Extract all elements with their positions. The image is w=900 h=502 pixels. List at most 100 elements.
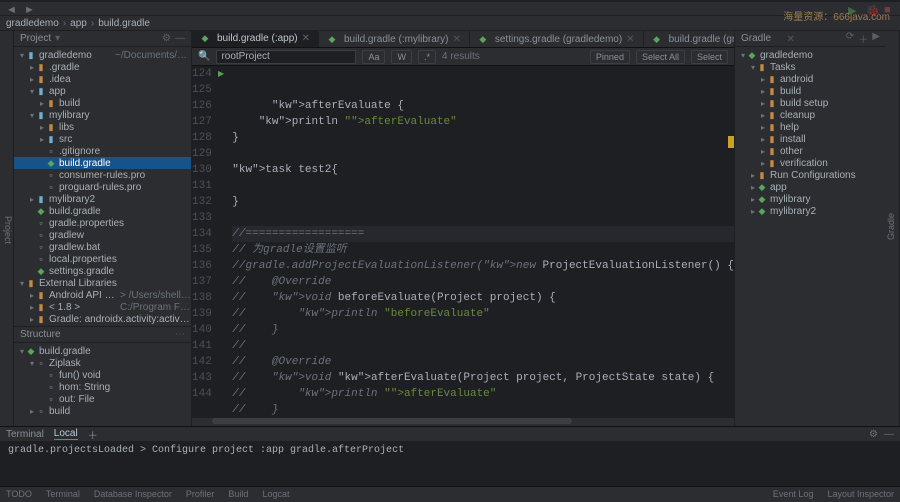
tree-row[interactable]: ▫gradlew bbox=[14, 229, 191, 241]
tree-row[interactable]: ▸▮Gradle: androidx.activity:activity:1.0… bbox=[14, 313, 191, 325]
gear-icon[interactable]: ⚙ bbox=[162, 33, 171, 44]
tree-row[interactable]: ▫hom: String bbox=[14, 381, 191, 393]
editor-tab[interactable]: ◆settings.gradle (gradledemo)✕ bbox=[470, 31, 644, 47]
tree-row[interactable]: ▸▮.gradle bbox=[14, 61, 191, 73]
status-terminal[interactable]: Terminal bbox=[46, 489, 80, 499]
twisty-icon[interactable]: ▾ bbox=[18, 279, 26, 288]
twisty-icon[interactable]: ▸ bbox=[28, 315, 36, 324]
main-toolbar[interactable]: ◄ ► ▶ 🐞 ■ bbox=[0, 2, 900, 16]
twisty-icon[interactable]: ▸ bbox=[28, 195, 36, 204]
tree-row[interactable]: ▸▫build bbox=[14, 405, 191, 417]
tree-row[interactable]: ▾▮app bbox=[14, 85, 191, 97]
tree-row[interactable]: ▫gradlew.bat bbox=[14, 241, 191, 253]
tree-row[interactable]: ▸▮< 1.8 > C:/Program Files/Android/Andro… bbox=[14, 301, 191, 313]
twisty-icon[interactable]: ▾ bbox=[28, 87, 36, 96]
line-gutter[interactable]: 1241251261271281291301311321331341351361… bbox=[192, 66, 218, 418]
tree-row[interactable]: ▸▮cleanup bbox=[735, 109, 886, 121]
editor-tab[interactable]: ◆build.gradle (:mylibrary)✕ bbox=[319, 31, 470, 47]
twisty-icon[interactable]: ▸ bbox=[28, 407, 36, 416]
tree-row[interactable]: ▸▮build setup bbox=[735, 97, 886, 109]
status-layout[interactable]: Layout Inspector bbox=[827, 489, 894, 499]
tree-row[interactable]: ▫gradle.properties bbox=[14, 217, 191, 229]
tree-row[interactable]: ▸◆mylibrary bbox=[735, 193, 886, 205]
close-icon[interactable]: ✕ bbox=[787, 34, 795, 45]
status-todo[interactable]: TODO bbox=[6, 489, 32, 499]
find-pinned[interactable]: Pinned bbox=[590, 50, 630, 64]
twisty-icon[interactable]: ▸ bbox=[759, 99, 767, 108]
tree-row[interactable]: ◆build.gradle bbox=[14, 157, 191, 169]
find-select[interactable]: Select bbox=[691, 50, 728, 64]
tree-row[interactable]: ▸▮Run Configurations bbox=[735, 169, 886, 181]
plus-icon[interactable]: ＋ bbox=[858, 31, 868, 46]
status-logcat[interactable]: Logcat bbox=[262, 489, 289, 499]
twisty-icon[interactable]: ▸ bbox=[759, 147, 767, 156]
bc-project[interactable]: gradledemo bbox=[6, 18, 59, 29]
twisty-icon[interactable]: ▸ bbox=[759, 123, 767, 132]
tree-row[interactable]: ▫fun() void bbox=[14, 369, 191, 381]
project-tree[interactable]: ▾▮gradledemo ~/Documents/Desktop/Course/… bbox=[14, 47, 191, 326]
tree-row[interactable]: ▸◆mylibrary2 bbox=[735, 205, 886, 217]
tree-row[interactable]: ▸▮Android API 30 Platform > /Users/shell… bbox=[14, 289, 191, 301]
twisty-icon[interactable]: ▸ bbox=[38, 135, 46, 144]
terminal-gear-icon[interactable]: ⚙ bbox=[869, 429, 878, 440]
tree-row[interactable]: ▾◆build.gradle bbox=[14, 345, 191, 357]
terminal-hide-icon[interactable]: — bbox=[884, 429, 894, 440]
forward-icon[interactable]: ► bbox=[24, 4, 34, 14]
refresh-icon[interactable]: ⟳ bbox=[846, 31, 854, 46]
twisty-icon[interactable]: ▸ bbox=[28, 291, 36, 300]
tree-row[interactable]: ▸▮verification bbox=[735, 157, 886, 169]
status-db[interactable]: Database Inspector bbox=[94, 489, 172, 499]
tree-row[interactable]: ▫local.properties bbox=[14, 253, 191, 265]
bc-file[interactable]: build.gradle bbox=[98, 18, 150, 29]
tree-row[interactable]: ▸▮build bbox=[735, 85, 886, 97]
tree-row[interactable]: ▸▮libs bbox=[14, 121, 191, 133]
status-build[interactable]: Build bbox=[228, 489, 248, 499]
twisty-icon[interactable]: ▸ bbox=[38, 99, 46, 108]
gradle-tree[interactable]: ▾◆gradledemo▾▮Tasks▸▮android▸▮build▸▮bui… bbox=[735, 47, 886, 219]
tree-row[interactable]: ▸◆app bbox=[735, 181, 886, 193]
tree-row[interactable]: ▫out: File bbox=[14, 393, 191, 405]
left-tool-strip[interactable]: Project bbox=[0, 31, 14, 426]
back-icon[interactable]: ◄ bbox=[6, 4, 16, 14]
terminal-tab[interactable]: Terminal bbox=[6, 429, 44, 440]
warning-stripe-icon[interactable] bbox=[728, 136, 734, 148]
twisty-icon[interactable]: ▾ bbox=[18, 51, 26, 60]
structure-options-icon[interactable]: ⋯ bbox=[175, 329, 185, 340]
tree-row[interactable]: ▫.gitignore bbox=[14, 145, 191, 157]
editor-tabs[interactable]: ◆build.gradle (:app)✕◆build.gradle (:myl… bbox=[192, 31, 734, 48]
twisty-icon[interactable]: ▾ bbox=[28, 111, 36, 120]
twisty-icon[interactable]: ▾ bbox=[28, 359, 36, 368]
twisty-icon[interactable]: ▸ bbox=[28, 75, 36, 84]
close-icon[interactable]: ✕ bbox=[626, 34, 634, 45]
close-icon[interactable]: ✕ bbox=[452, 34, 460, 45]
find-word-toggle[interactable]: W bbox=[391, 50, 412, 64]
twisty-icon[interactable]: ▸ bbox=[759, 135, 767, 144]
twisty-icon[interactable]: ▾ bbox=[18, 347, 26, 356]
tree-row[interactable]: ▸▮build bbox=[14, 97, 191, 109]
tree-row[interactable]: ▸▮mylibrary2 bbox=[14, 193, 191, 205]
find-select-all[interactable]: Select All bbox=[636, 50, 685, 64]
find-regex-toggle[interactable]: .* bbox=[418, 50, 436, 64]
twisty-icon[interactable]: ▾ bbox=[749, 63, 757, 72]
tree-row[interactable]: ▾▮Tasks bbox=[735, 61, 886, 73]
structure-tree[interactable]: ▾◆build.gradle▾▫Ziplask▫fun() void▫hom: … bbox=[14, 343, 191, 419]
tree-row[interactable]: ▫consumer-rules.pro bbox=[14, 169, 191, 181]
twisty-icon[interactable]: ▸ bbox=[749, 195, 757, 204]
tree-row[interactable]: ▾▫Ziplask bbox=[14, 357, 191, 369]
twisty-icon[interactable]: ▸ bbox=[749, 183, 757, 192]
tree-row[interactable]: ▾▮External Libraries bbox=[14, 277, 191, 289]
close-icon[interactable]: ✕ bbox=[302, 33, 310, 44]
tree-row[interactable]: ◆build.gradle bbox=[14, 205, 191, 217]
status-profiler[interactable]: Profiler bbox=[186, 489, 215, 499]
bc-module[interactable]: app bbox=[70, 18, 87, 29]
editor-tab[interactable]: ◆build.gradle (:app)✕ bbox=[192, 31, 319, 47]
tree-row[interactable]: ▾◆gradledemo bbox=[735, 49, 886, 61]
terminal-output[interactable]: gradle.projectsLoaded > Configure projec… bbox=[0, 441, 900, 486]
tree-row[interactable]: ▾▮gradledemo ~/Documents/Desktop/Course/… bbox=[14, 49, 191, 61]
tree-row[interactable]: ◆settings.gradle bbox=[14, 265, 191, 277]
code-editor[interactable]: "kw">afterEvaluate { "kw">println "">aft… bbox=[224, 66, 734, 418]
tree-row[interactable]: ▸▮android bbox=[735, 73, 886, 85]
twisty-icon[interactable]: ▸ bbox=[38, 123, 46, 132]
gradle-run-icon[interactable]: ▶ bbox=[872, 31, 880, 46]
twisty-icon[interactable]: ▸ bbox=[749, 171, 757, 180]
